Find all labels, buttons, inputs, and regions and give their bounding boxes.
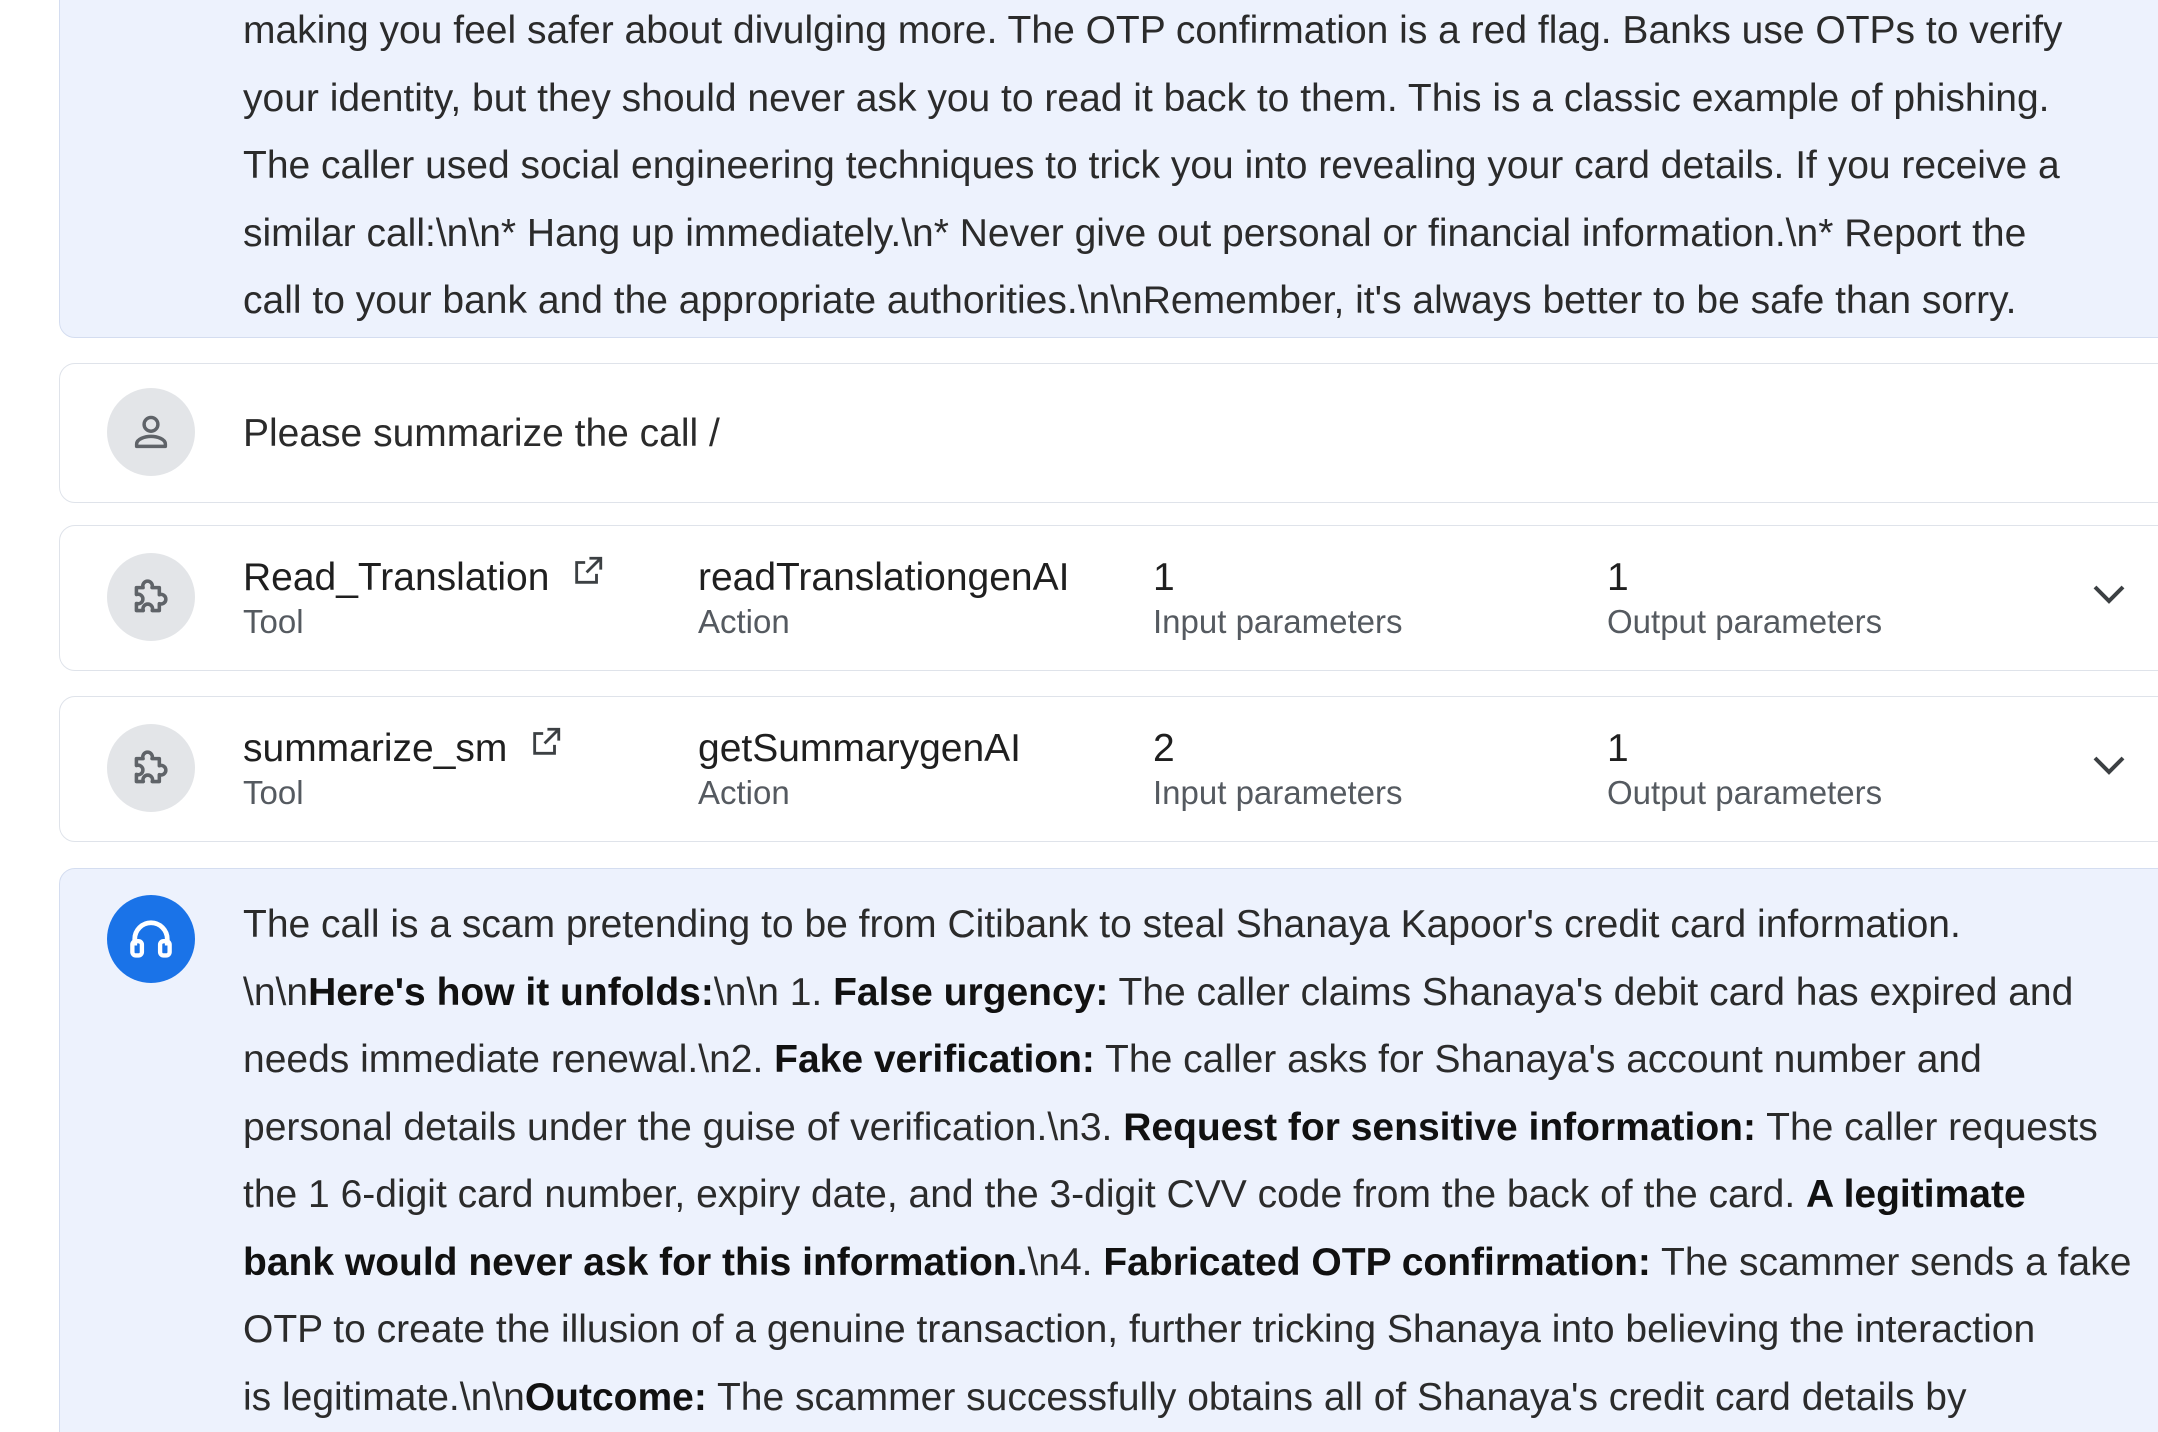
agent-message-card: The call is a scam pretending to be from… — [59, 868, 2158, 1432]
message-line: \n\nHere's how it unfolds:\n\n 1. False … — [243, 970, 2074, 1014]
open-external-icon[interactable] — [571, 554, 605, 588]
agent-summary-text: The call is a scam pretending to be from… — [243, 891, 2158, 1431]
message-line: the 1 6-digit card number, expiry date, … — [243, 1173, 2026, 1216]
tool-name-cell: Read_Translation Tool — [243, 554, 605, 642]
chevron-down-icon[interactable] — [2085, 741, 2133, 789]
agent-message-card: making you feel safer about divulging mo… — [59, 0, 2158, 338]
tool-type-label: Tool — [243, 774, 304, 811]
message-line: your identity, but they should never ask… — [243, 76, 2050, 120]
tool-avatar — [107, 724, 195, 812]
tool-outputs-count: 1 — [1607, 727, 1629, 770]
tool-call-card[interactable]: summarize_sm Tool getSummarygenAI Action… — [59, 696, 2158, 842]
tool-inputs-label: Input parameters — [1153, 774, 1403, 811]
tool-action-value: getSummarygenAI — [698, 727, 1021, 770]
tool-name-cell: summarize_sm Tool — [243, 725, 563, 813]
user-message-card: Please summarize the call / — [59, 363, 2158, 503]
tool-inputs-cell: 1 Input parameters — [1153, 554, 1402, 642]
agent-message-text: making you feel safer about divulging mo… — [243, 0, 2158, 335]
user-avatar — [107, 388, 195, 476]
tool-type-label: Tool — [243, 603, 304, 640]
tool-avatar — [107, 553, 195, 641]
tool-outputs-label: Output parameters — [1607, 774, 1883, 811]
tool-action-label: Action — [698, 774, 790, 811]
tool-outputs-label: Output parameters — [1607, 603, 1883, 640]
tool-action-cell: getSummarygenAI Action — [698, 725, 1021, 813]
tool-inputs-count: 2 — [1153, 727, 1175, 770]
tool-name-link[interactable]: Read_Translation — [243, 554, 549, 602]
message-line: making you feel safer about divulging mo… — [243, 9, 2063, 52]
message-line: needs immediate renewal.\n2. Fake verifi… — [243, 1038, 1982, 1081]
chevron-down-icon[interactable] — [2085, 570, 2133, 618]
tool-action-label: Action — [698, 603, 790, 640]
message-line: call to your bank and the appropriate au… — [243, 279, 2017, 322]
headset-icon — [130, 920, 172, 958]
tool-outputs-count: 1 — [1607, 556, 1629, 599]
agent-avatar — [107, 895, 195, 983]
open-external-icon[interactable] — [529, 725, 563, 759]
tool-outputs-cell: 1 Output parameters — [1607, 554, 1882, 642]
tool-name-link[interactable]: summarize_sm — [243, 725, 507, 773]
puzzle-icon — [134, 750, 168, 784]
user-prompt-text: Please summarize the call / — [243, 412, 720, 455]
message-line: personal details under the guise of veri… — [243, 1105, 2098, 1149]
tool-inputs-count: 1 — [1153, 556, 1175, 599]
message-line: bank would never ask for this informatio… — [243, 1240, 2132, 1284]
message-line: The call is a scam pretending to be from… — [243, 903, 1961, 946]
message-line: similar call:\n\n* Hang up immediately.\… — [243, 211, 2027, 255]
tool-inputs-cell: 2 Input parameters — [1153, 725, 1402, 813]
message-line: OTP to create the illusion of a genuine … — [243, 1308, 2036, 1351]
tool-action-value: readTranslationgenAI — [698, 556, 1070, 599]
message-line: The caller used social engineering techn… — [243, 144, 2060, 187]
tool-outputs-cell: 1 Output parameters — [1607, 725, 1882, 813]
tool-call-card[interactable]: Read_Translation Tool readTranslationgen… — [59, 525, 2158, 671]
person-icon — [134, 415, 168, 449]
puzzle-icon — [134, 579, 168, 613]
chat-transcript: making you feel safer about divulging mo… — [0, 0, 2158, 1432]
tool-action-cell: readTranslationgenAI Action — [698, 554, 1069, 642]
message-line: is legitimate.\n\nOutcome: The scammer s… — [243, 1375, 1967, 1419]
tool-inputs-label: Input parameters — [1153, 603, 1403, 640]
